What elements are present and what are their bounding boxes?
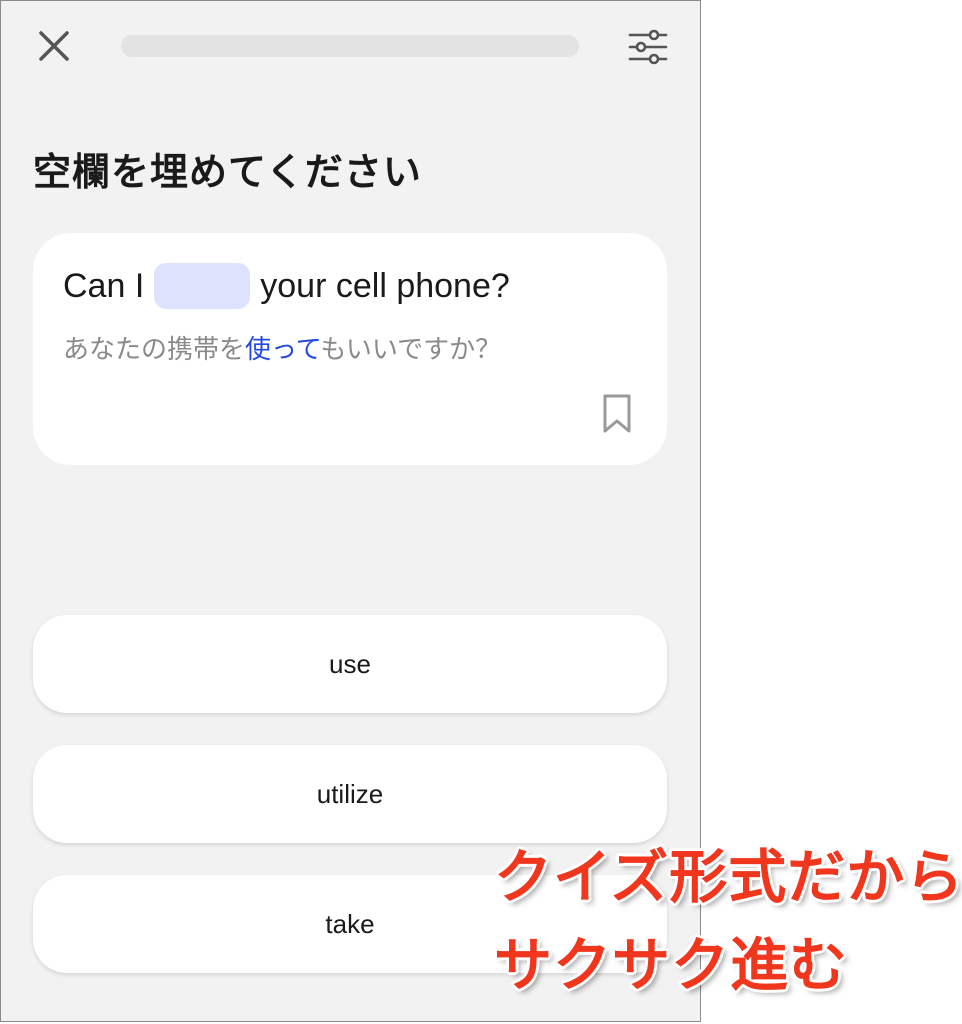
bookmark-button[interactable] <box>601 393 633 435</box>
page-title: 空欄を埋めてください <box>33 150 422 194</box>
progress-bar <box>121 35 579 57</box>
answer-option-utilize[interactable]: utilize <box>33 745 667 843</box>
translation-highlight: 使って <box>245 335 321 365</box>
bookmark-icon <box>603 394 631 433</box>
settings-button[interactable] <box>625 25 671 69</box>
sentence-before: Can I <box>63 266 145 305</box>
sentence-after: your cell phone? <box>260 266 510 305</box>
close-button[interactable] <box>31 23 77 69</box>
promo-caption-line2: サクサク進む <box>494 931 849 999</box>
question-card: Can I your cell phone? あなたの携帯を使ってもいいですか？ <box>33 233 667 465</box>
sliders-icon <box>628 29 668 65</box>
close-icon <box>39 31 69 61</box>
promo-caption-line1: クイズ形式だから <box>494 843 962 911</box>
question-sentence: Can I your cell phone? <box>63 263 510 309</box>
answer-blank <box>154 263 251 309</box>
translation-after: もいいですか？ <box>320 335 502 365</box>
answer-option-use[interactable]: use <box>33 615 667 713</box>
translation: あなたの携帯を使ってもいいですか？ <box>63 329 501 366</box>
translation-before: あなたの携帯を <box>63 335 246 365</box>
